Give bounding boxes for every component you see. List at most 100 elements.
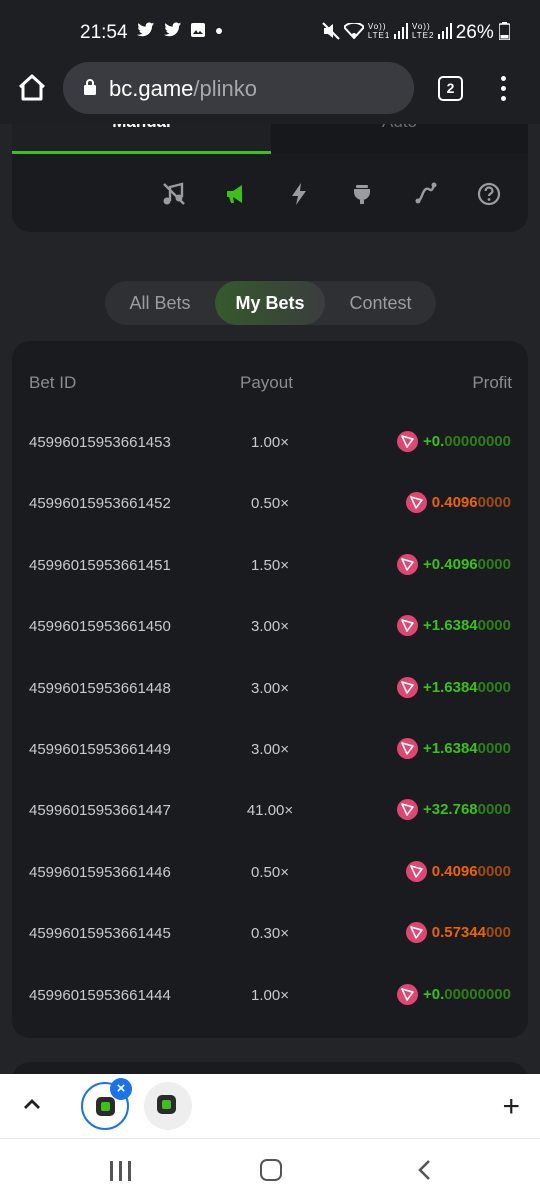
payout: 1.50× <box>251 556 289 574</box>
home-icon[interactable] <box>16 72 48 104</box>
signal-icon <box>393 23 408 39</box>
music-off-icon[interactable] <box>160 180 188 208</box>
profit-amount: +32.7680000 <box>423 801 511 818</box>
table-body: 45996015953661453 1.00× +0.00000000 4599601… <box>12 412 528 1026</box>
trx-coin-icon <box>396 553 418 575</box>
bcgame-favicon-icon <box>157 1095 176 1114</box>
profit-tail: 0000 <box>477 862 511 880</box>
profit-tail: 00000000 <box>444 433 511 450</box>
profit-tail: 0000 <box>477 617 511 635</box>
table-row[interactable]: 45996015953661450 3.00× +1.63840000 <box>12 596 528 657</box>
profit-amount: +1.63840000 <box>423 617 511 634</box>
table-row[interactable]: 45996015953661452 0.50× 0.40960000 <box>12 473 528 534</box>
profit-main: +32.768 <box>422 801 478 819</box>
notification-icons <box>137 22 223 43</box>
trx-coin-icon <box>405 492 427 514</box>
battery-icon <box>498 22 511 41</box>
address-bar[interactable]: bc.game/plinko <box>63 62 414 114</box>
tab-all-bets[interactable]: All Bets <box>105 281 215 325</box>
table-row[interactable]: 45996015953661444 1.00× +0.00000000 <box>12 965 528 1026</box>
bet-id: 45996015953661444 <box>29 986 171 1004</box>
table-row[interactable]: 45996015953661447 41.00× +32.7680000 <box>12 780 528 841</box>
table-row[interactable]: 45996015953661448 3.00× +1.63840000 <box>12 658 528 719</box>
url-text[interactable]: bc.game/plinko <box>109 76 257 102</box>
tab-switcher-button[interactable]: 2 <box>438 76 463 101</box>
tab-thumbnail[interactable] <box>144 1082 192 1130</box>
game-toolbar <box>156 180 516 208</box>
home-nav-icon[interactable] <box>260 1159 282 1181</box>
profit-main: +1.6384 <box>422 739 478 757</box>
bet-id: 45996015953661446 <box>29 863 171 881</box>
profit-amount: 0.57344000 <box>432 924 511 941</box>
tab-my-bets[interactable]: My Bets <box>215 281 325 325</box>
system-nav-bar <box>0 1138 540 1200</box>
bet-id: 45996015953661452 <box>29 495 171 513</box>
table-row[interactable]: 45996015953661453 1.00× +0.00000000 <box>12 412 528 473</box>
payout: 3.00× <box>251 740 289 758</box>
battery-indicator: 26% <box>456 22 511 44</box>
payout: 41.00× <box>246 802 294 820</box>
header-profit: Profit <box>472 373 512 392</box>
profit-amount: +0.00000000 <box>423 433 511 450</box>
payout: 0.50× <box>251 863 289 881</box>
hotkey-icon[interactable] <box>285 180 313 208</box>
fairness-icon[interactable] <box>348 180 376 208</box>
trx-coin-icon <box>396 983 418 1005</box>
profit-main: 0.57344 <box>431 924 486 942</box>
status-time: 21:54 <box>80 22 128 43</box>
profit-tail: 00000000 <box>444 985 511 1003</box>
lte1-label: Vo)) LTE1 <box>367 22 391 40</box>
dot-icon <box>216 28 223 34</box>
profit-main: +0. <box>422 985 445 1003</box>
mode-tabs: Manual Auto <box>12 124 528 154</box>
sound-icon[interactable] <box>223 180 251 208</box>
bet-id: 45996015953661447 <box>29 802 171 820</box>
header-payout: Payout <box>240 373 293 392</box>
tab-manual[interactable]: Manual <box>12 124 271 154</box>
bet-id: 45996015953661453 <box>29 434 171 451</box>
tab-auto[interactable]: Auto <box>271 124 528 154</box>
header-bet-id: Bet ID <box>29 373 77 392</box>
payout: 0.50× <box>251 495 289 513</box>
profit-amount: +0.00000000 <box>423 986 511 1003</box>
trx-coin-icon <box>396 431 418 452</box>
table-row[interactable]: 45996015953661451 1.50× +0.40960000 <box>12 535 528 596</box>
bets-filter-tabs: All Bets My Bets Contest <box>105 281 436 325</box>
network-indicators: Vo)) LTE1 Vo)) LTE2 <box>321 21 452 40</box>
tab-contest[interactable]: Contest <box>325 281 436 325</box>
table-row[interactable]: 45996015953661446 0.50× 0.40960000 <box>12 842 528 903</box>
profit-main: +1.6384 <box>422 617 478 635</box>
back-icon[interactable] <box>414 1159 436 1181</box>
table-row[interactable]: 45996015953661445 0.30× 0.57344000 <box>12 903 528 964</box>
profit-amount: 0.40960000 <box>432 863 511 880</box>
payout: 0.30× <box>251 925 289 943</box>
help-icon[interactable] <box>475 180 503 208</box>
twitter-icon <box>163 22 181 37</box>
profit-tail: 0000 <box>477 678 511 696</box>
overflow-menu-icon[interactable] <box>496 74 510 104</box>
payout: 3.00× <box>251 618 289 636</box>
chevron-up-icon[interactable] <box>20 1093 44 1117</box>
live-stats-icon[interactable] <box>412 180 440 208</box>
profit-main: +0. <box>422 433 445 450</box>
payout: 1.00× <box>251 434 289 451</box>
lte2-label: Vo)) LTE2 <box>411 22 435 40</box>
table-row[interactable]: 45996015953661449 3.00× +1.63840000 <box>12 719 528 780</box>
url-path: /plinko <box>193 76 257 101</box>
profit-amount: 0.40960000 <box>432 494 511 511</box>
bet-id: 45996015953661445 <box>29 925 171 943</box>
profit-tail: 0000 <box>477 801 511 819</box>
mute-icon <box>321 22 340 40</box>
trx-coin-icon <box>396 676 418 698</box>
profit-tail: 0000 <box>477 494 511 512</box>
recents-icon[interactable] <box>110 1161 132 1181</box>
bet-id: 45996015953661449 <box>29 740 171 758</box>
browser-toolbar: bc.game/plinko 2 <box>0 56 540 124</box>
close-tab-icon[interactable]: × <box>110 1078 132 1100</box>
profit-tail: 000 <box>485 924 511 942</box>
profit-tail: 0000 <box>477 555 511 573</box>
trx-coin-icon <box>396 737 418 759</box>
trx-coin-icon <box>396 615 418 637</box>
trx-coin-icon <box>405 860 427 882</box>
new-tab-button[interactable]: + <box>502 1092 520 1122</box>
